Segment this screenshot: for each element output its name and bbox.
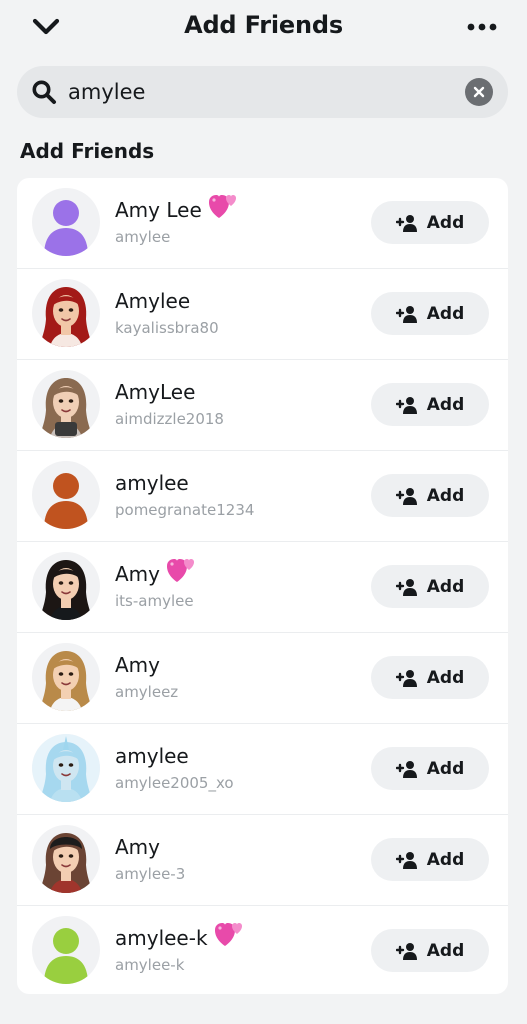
display-name: AmyLee <box>115 380 196 404</box>
avatar[interactable] <box>32 370 100 438</box>
add-button-label: Add <box>426 576 465 597</box>
add-button-label: Add <box>426 667 465 688</box>
list-item[interactable]: Amy its-amylee Add <box>17 542 508 633</box>
add-friend-icon <box>395 760 418 778</box>
display-name: Amy <box>115 835 160 859</box>
add-button-label: Add <box>426 940 465 961</box>
avatar[interactable] <box>32 825 100 893</box>
display-name: amylee-k <box>115 926 208 950</box>
search-icon <box>31 79 57 105</box>
section-title: Add Friends <box>20 139 155 163</box>
add-friend-icon <box>395 578 418 596</box>
display-name: Amy <box>115 562 160 586</box>
username: amyleez <box>115 683 179 701</box>
display-name: amylee <box>115 471 189 495</box>
avatar[interactable] <box>32 734 100 802</box>
search-results-list: Amy Lee amylee Add Amylee kayalissbra80 Add Am… <box>17 178 508 994</box>
list-item[interactable]: Amylee kayalissbra80 Add <box>17 269 508 360</box>
add-button-label: Add <box>426 394 465 415</box>
display-name: amylee <box>115 744 189 768</box>
avatar[interactable] <box>32 643 100 711</box>
display-name: Amylee <box>115 289 191 313</box>
add-friend-button[interactable]: Add <box>371 292 489 335</box>
add-button-label: Add <box>426 485 465 506</box>
more-options-icon[interactable] <box>462 14 502 40</box>
list-item[interactable]: amylee-k amylee-k Add <box>17 906 508 994</box>
username: amylee2005_xo <box>115 774 234 792</box>
list-item[interactable]: Amy amyleez Add <box>17 633 508 724</box>
add-friend-icon <box>395 305 418 323</box>
clear-search-icon[interactable] <box>465 78 493 106</box>
search-bar <box>17 66 508 118</box>
add-friend-button[interactable]: Add <box>371 565 489 608</box>
username: pomegranate1234 <box>115 501 255 519</box>
username: kayalissbra80 <box>115 319 219 337</box>
username: amylee-3 <box>115 865 186 883</box>
avatar[interactable] <box>32 461 100 529</box>
hearts-emoji-icon <box>214 920 244 948</box>
add-friend-button[interactable]: Add <box>371 383 489 426</box>
add-button-label: Add <box>426 303 465 324</box>
add-friend-button[interactable]: Add <box>371 838 489 881</box>
display-name: Amy <box>115 653 160 677</box>
avatar[interactable] <box>32 188 100 256</box>
list-item[interactable]: AmyLee aimdizzle2018 Add <box>17 360 508 451</box>
avatar[interactable] <box>32 279 100 347</box>
add-friend-button[interactable]: Add <box>371 656 489 699</box>
display-name: Amy Lee <box>115 198 202 222</box>
username: aimdizzle2018 <box>115 410 224 428</box>
add-friend-button[interactable]: Add <box>371 747 489 790</box>
avatar[interactable] <box>32 552 100 620</box>
add-button-label: Add <box>426 212 465 233</box>
add-friend-button[interactable]: Add <box>371 201 489 244</box>
add-friend-icon <box>395 851 418 869</box>
add-friend-icon <box>395 669 418 687</box>
add-friend-button[interactable]: Add <box>371 474 489 517</box>
add-friend-icon <box>395 487 418 505</box>
username: its-amylee <box>115 592 194 610</box>
avatar[interactable] <box>32 916 100 984</box>
add-button-label: Add <box>426 849 465 870</box>
hearts-emoji-icon <box>208 192 238 220</box>
add-friend-icon <box>395 942 418 960</box>
list-item[interactable]: amylee amylee2005_xo Add <box>17 724 508 815</box>
list-item[interactable]: Amy amylee-3 Add <box>17 815 508 906</box>
page-title: Add Friends <box>184 11 343 39</box>
list-item[interactable]: amylee pomegranate1234 Add <box>17 451 508 542</box>
top-bar: Add Friends <box>0 0 527 56</box>
add-friend-icon <box>395 214 418 232</box>
search-input[interactable] <box>68 76 458 108</box>
list-item[interactable]: Amy Lee amylee Add <box>17 178 508 269</box>
add-friend-button[interactable]: Add <box>371 929 489 972</box>
username: amylee-k <box>115 956 185 974</box>
add-button-label: Add <box>426 758 465 779</box>
add-friend-icon <box>395 396 418 414</box>
hearts-emoji-icon <box>166 556 196 584</box>
username: amylee <box>115 228 171 246</box>
